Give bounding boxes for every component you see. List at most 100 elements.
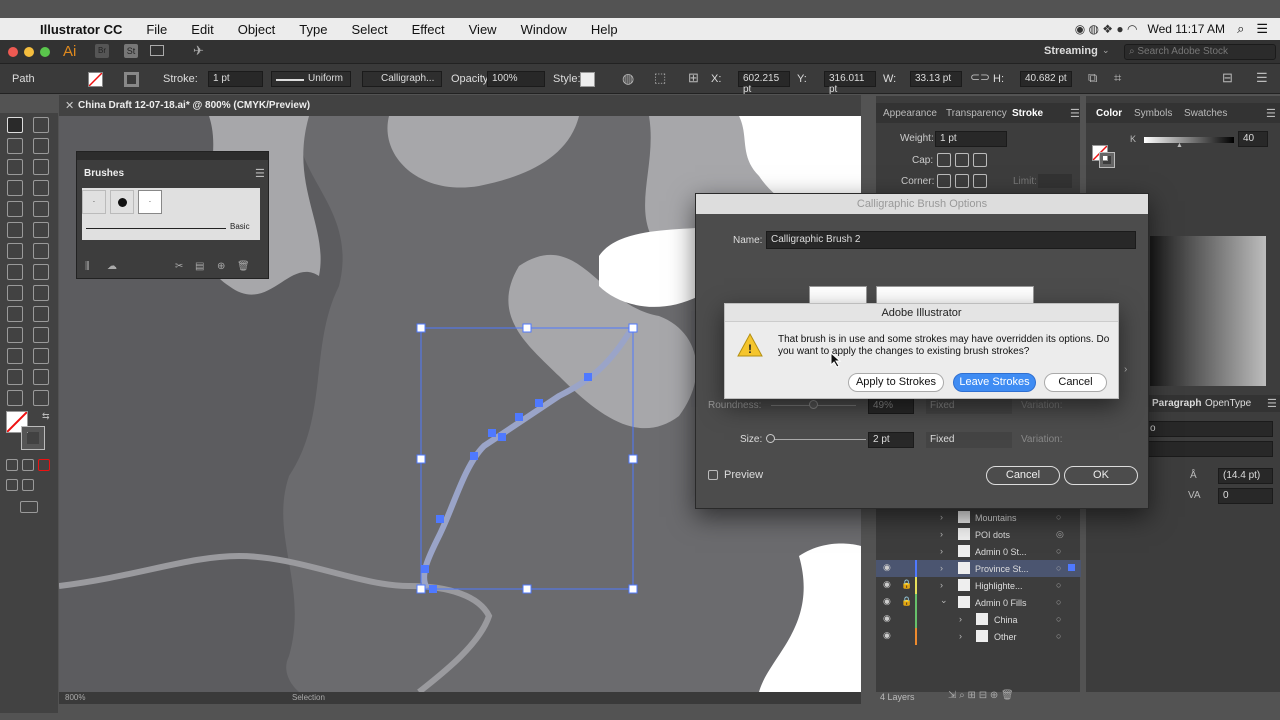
leave-strokes-button[interactable]: Leave Strokes xyxy=(953,373,1036,392)
pencil-tool-icon[interactable] xyxy=(7,222,23,238)
selection-indicator[interactable] xyxy=(1068,564,1075,571)
weight-field[interactable]: 1 pt xyxy=(935,131,1007,147)
menu-edit[interactable]: Edit xyxy=(191,22,213,37)
layer-row-mountains[interactable]: › Mountains ○ xyxy=(876,509,1081,526)
tab-symbols[interactable]: Symbols xyxy=(1134,108,1172,119)
close-tab-icon[interactable]: ✕ xyxy=(65,99,74,112)
stroke-label[interactable]: Stroke: xyxy=(163,73,198,85)
opacity-label[interactable]: Opacity: xyxy=(451,73,491,85)
slider-thumb-icon[interactable]: ▲ xyxy=(1176,142,1183,149)
anchor-point[interactable] xyxy=(498,433,506,441)
zoom-tool-icon[interactable] xyxy=(33,390,49,406)
target-icon[interactable]: ○ xyxy=(1056,512,1061,522)
chevron-down-icon[interactable]: ⌄ xyxy=(1102,45,1110,56)
paragraph-panel-menu-icon[interactable]: ☰ xyxy=(1267,397,1277,410)
close-window-button[interactable] xyxy=(8,47,18,57)
menu-select[interactable]: Select xyxy=(351,22,387,37)
dialog-ok-button[interactable]: OK xyxy=(1064,466,1138,485)
align-icon[interactable]: ⬚ xyxy=(654,70,666,86)
chevron-right-icon[interactable]: › xyxy=(940,563,943,573)
tab-transparency[interactable]: Transparency xyxy=(946,108,1007,119)
anchor-point[interactable] xyxy=(429,585,437,593)
document-tab[interactable]: China Draft 12-07-18.ai* @ 800% (CMYK/Pr… xyxy=(78,100,310,111)
handle-bottom-left[interactable] xyxy=(416,584,426,594)
stroke-weight-field[interactable]: 1 pt xyxy=(208,71,263,87)
layer-row-other[interactable]: ◉ › Other ○ xyxy=(876,628,1081,645)
color-stroke-icon[interactable] xyxy=(1099,152,1115,168)
draw-normal-icon[interactable] xyxy=(6,479,18,491)
chevron-right-icon[interactable]: › xyxy=(959,614,962,624)
layer-name[interactable]: Admin 0 Fills xyxy=(975,598,1027,608)
lock-icon[interactable]: 🔒 xyxy=(901,579,912,590)
stroke-panel-menu-icon[interactable]: ☰ xyxy=(1070,107,1080,120)
reference-point-icon[interactable]: ⊞ xyxy=(688,70,699,86)
anchor-point[interactable] xyxy=(470,452,478,460)
tab-swatches[interactable]: Swatches xyxy=(1184,108,1227,119)
calligraphic-brush-selected[interactable]: · xyxy=(138,190,162,214)
chevron-right-icon[interactable]: › xyxy=(940,512,943,522)
eye-icon[interactable]: ◉ xyxy=(883,596,891,607)
clock[interactable]: Wed 11:17 AM xyxy=(1147,22,1225,36)
isolate-icon[interactable]: ⌗ xyxy=(1114,70,1121,86)
rotate-tool-icon[interactable] xyxy=(7,243,23,259)
free-transform-tool-icon[interactable] xyxy=(33,264,49,280)
color-mode-icon[interactable] xyxy=(6,459,18,471)
line-tool-icon[interactable] xyxy=(33,180,49,196)
notification-icon[interactable]: ☰ xyxy=(1256,21,1268,37)
pen-tool-icon[interactable] xyxy=(7,159,23,175)
layer-row-highlighted[interactable]: ◉ 🔒 › Highlighte... ○ xyxy=(876,577,1081,594)
eye-icon[interactable]: ◉ xyxy=(883,613,891,624)
anchor-point[interactable] xyxy=(436,515,444,523)
width-tool-icon[interactable] xyxy=(7,264,23,280)
size-slider-thumb[interactable] xyxy=(766,434,775,443)
target-icon[interactable]: ○ xyxy=(1056,580,1061,590)
menu-window[interactable]: Window xyxy=(521,22,567,37)
handle-bottom-right[interactable] xyxy=(628,584,638,594)
tab-color[interactable]: Color xyxy=(1096,108,1122,119)
eyedropper-tool-icon[interactable] xyxy=(7,327,23,343)
shape-builder-tool-icon[interactable] xyxy=(7,285,23,301)
miter-join-icon[interactable] xyxy=(937,174,951,188)
rectangle-tool-icon[interactable] xyxy=(7,201,23,217)
chevron-right-icon[interactable]: › xyxy=(940,529,943,539)
target-icon[interactable]: ○ xyxy=(1056,631,1061,641)
handle-top-right[interactable] xyxy=(628,323,638,333)
brush-definition[interactable]: Calligraph... xyxy=(362,71,442,87)
font-style-field[interactable] xyxy=(1145,441,1273,457)
roundness-slider-thumb[interactable] xyxy=(809,400,818,409)
gradient-mode-icon[interactable] xyxy=(22,459,34,471)
handle-top-middle[interactable] xyxy=(522,323,532,333)
layer-name[interactable]: Admin 0 St... xyxy=(975,547,1027,557)
layer-name[interactable]: Highlighte... xyxy=(975,581,1023,591)
roundness-field[interactable]: 49% xyxy=(868,398,914,414)
brush-libraries-icon[interactable]: ⫼ xyxy=(85,261,90,272)
tab-opentype[interactable]: OpenType xyxy=(1205,398,1251,409)
brush-options-icon[interactable]: ▤ xyxy=(195,261,204,272)
bevel-join-icon[interactable] xyxy=(973,174,987,188)
projecting-cap-icon[interactable] xyxy=(973,153,987,167)
selection-tool-icon[interactable] xyxy=(7,117,23,133)
layer-name[interactable]: Other xyxy=(994,632,1017,642)
menu-view[interactable]: View xyxy=(469,22,497,37)
fill-swatch[interactable] xyxy=(88,72,103,87)
chevron-right-icon[interactable]: › xyxy=(959,631,962,641)
stroke-swatch[interactable] xyxy=(124,72,139,87)
w-field[interactable]: 33.13 pt xyxy=(910,71,962,87)
status-tool[interactable]: Selection xyxy=(292,693,325,702)
dialog-cancel-button[interactable]: Cancel xyxy=(986,466,1060,485)
target-icon[interactable]: ○ xyxy=(1056,614,1061,624)
bridge-icon[interactable]: Br xyxy=(95,44,109,58)
mesh-tool-icon[interactable] xyxy=(7,306,23,322)
direct-selection-tool-icon[interactable] xyxy=(33,117,49,133)
variable-width-profile[interactable]: Uniform xyxy=(271,71,351,87)
stock-icon[interactable]: St xyxy=(124,44,138,58)
trash-icon[interactable]: 🗑 xyxy=(237,261,250,272)
calligraphic-brush-small[interactable]: · xyxy=(82,190,106,214)
y-field[interactable]: 316.011 pt xyxy=(824,71,876,95)
eye-icon[interactable]: ◉ xyxy=(883,630,891,641)
eye-icon[interactable]: ◉ xyxy=(883,579,891,590)
panel-menu-icon[interactable]: ☰ xyxy=(255,167,265,180)
gradient-tool-icon[interactable] xyxy=(33,306,49,322)
layer-row-province-strokes[interactable]: ◉ › Province St... ○ xyxy=(876,560,1081,577)
curvature-tool-icon[interactable] xyxy=(33,159,49,175)
